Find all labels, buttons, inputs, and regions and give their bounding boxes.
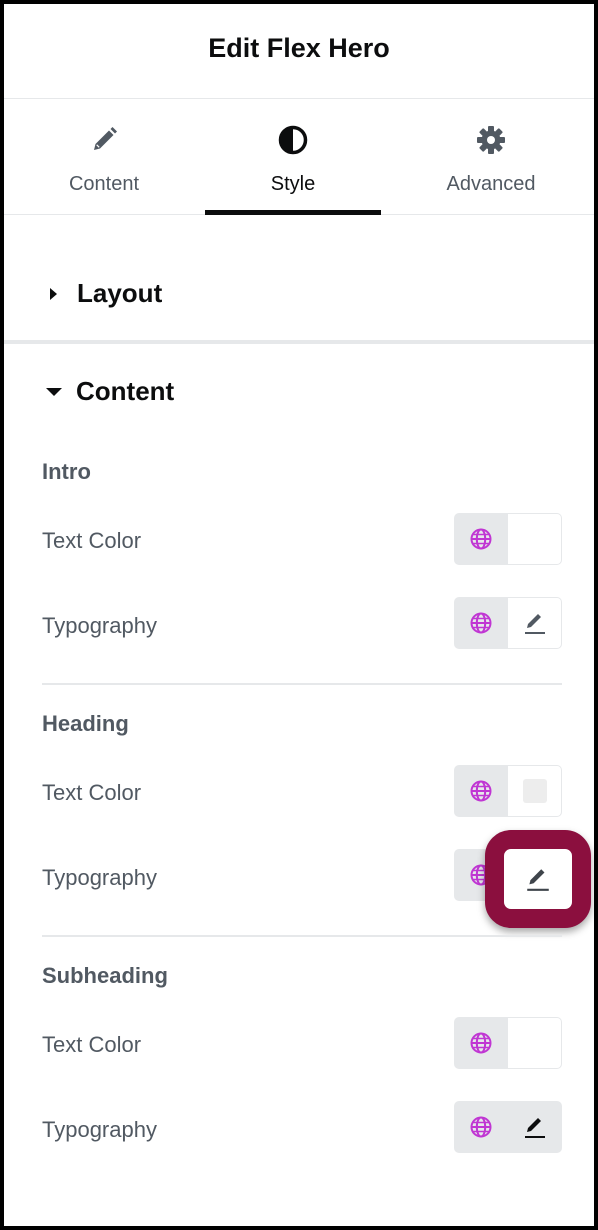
color-swatch: [522, 779, 547, 803]
intro-group-title: Intro: [42, 459, 91, 484]
panel-header: Edit Flex Hero: [4, 4, 594, 99]
pencil-underline-icon: [524, 1118, 545, 1138]
globe-icon: [470, 612, 492, 634]
divider: [42, 683, 562, 685]
caret-right-icon: [50, 287, 57, 300]
global-colors-button[interactable]: [454, 765, 508, 817]
intro-text-color-label: Text Color: [42, 528, 142, 553]
color-swatch: [522, 527, 547, 551]
globe-icon: [470, 1032, 492, 1054]
layout-section: Layout: [4, 216, 594, 344]
tab-content[interactable]: Content: [19, 100, 189, 214]
global-colors-button[interactable]: [454, 1017, 508, 1069]
subheading-group-title: Subheading: [42, 963, 168, 988]
global-typography-button[interactable]: [454, 597, 508, 649]
subheading-text-color-label: Text Color: [42, 1032, 142, 1057]
globe-icon: [470, 780, 492, 802]
caret-down-icon: [46, 387, 62, 396]
layout-section-toggle[interactable]: Layout: [42, 278, 162, 309]
tab-advanced[interactable]: Advanced: [406, 100, 576, 214]
color-picker-button[interactable]: [508, 514, 561, 564]
pencil-icon: [88, 124, 120, 156]
divider: [42, 935, 562, 937]
color-picker-button[interactable]: [508, 766, 561, 816]
tab-bar: Content Style Advanced: [4, 100, 594, 215]
pencil-underline-icon: [527, 869, 549, 891]
tab-content-label: Content: [68, 173, 140, 195]
tab-advanced-label: Advanced: [446, 173, 536, 195]
color-swatch: [522, 1031, 547, 1055]
layout-section-label: Layout: [77, 278, 163, 308]
edit-typography-button[interactable]: [508, 1102, 561, 1152]
active-tab-indicator: [205, 210, 381, 215]
globe-icon: [470, 528, 492, 550]
content-section-toggle[interactable]: Content: [42, 376, 174, 407]
tab-style-label: Style: [270, 173, 316, 195]
edit-panel: Edit Flex Hero Content Style Advanced La…: [0, 0, 598, 1230]
heading-typography-label: Typography: [42, 865, 157, 890]
subheading-typography-label: Typography: [42, 1117, 157, 1142]
tab-style[interactable]: Style: [205, 100, 381, 215]
gear-icon: [475, 124, 507, 156]
pencil-underline-icon: [524, 614, 545, 634]
intro-typography-control: [454, 597, 562, 649]
globe-icon: [470, 1116, 492, 1138]
page-title: Edit Flex Hero: [208, 32, 390, 63]
color-picker-button[interactable]: [508, 1018, 561, 1068]
contrast-icon: [277, 124, 309, 156]
intro-typography-label: Typography: [42, 613, 157, 638]
intro-text-color-control: [454, 513, 562, 565]
subheading-typography-control: [454, 1101, 562, 1153]
global-typography-button[interactable]: [454, 1101, 508, 1153]
heading-text-color-label: Text Color: [42, 780, 142, 805]
global-colors-button[interactable]: [454, 513, 508, 565]
heading-text-color-control: [454, 765, 562, 817]
content-section-label: Content: [76, 376, 175, 406]
edit-typography-button[interactable]: [508, 598, 561, 648]
highlighted-edit-typography-button[interactable]: [485, 830, 591, 928]
subheading-text-color-control: [454, 1017, 562, 1069]
heading-group-title: Heading: [42, 711, 129, 736]
